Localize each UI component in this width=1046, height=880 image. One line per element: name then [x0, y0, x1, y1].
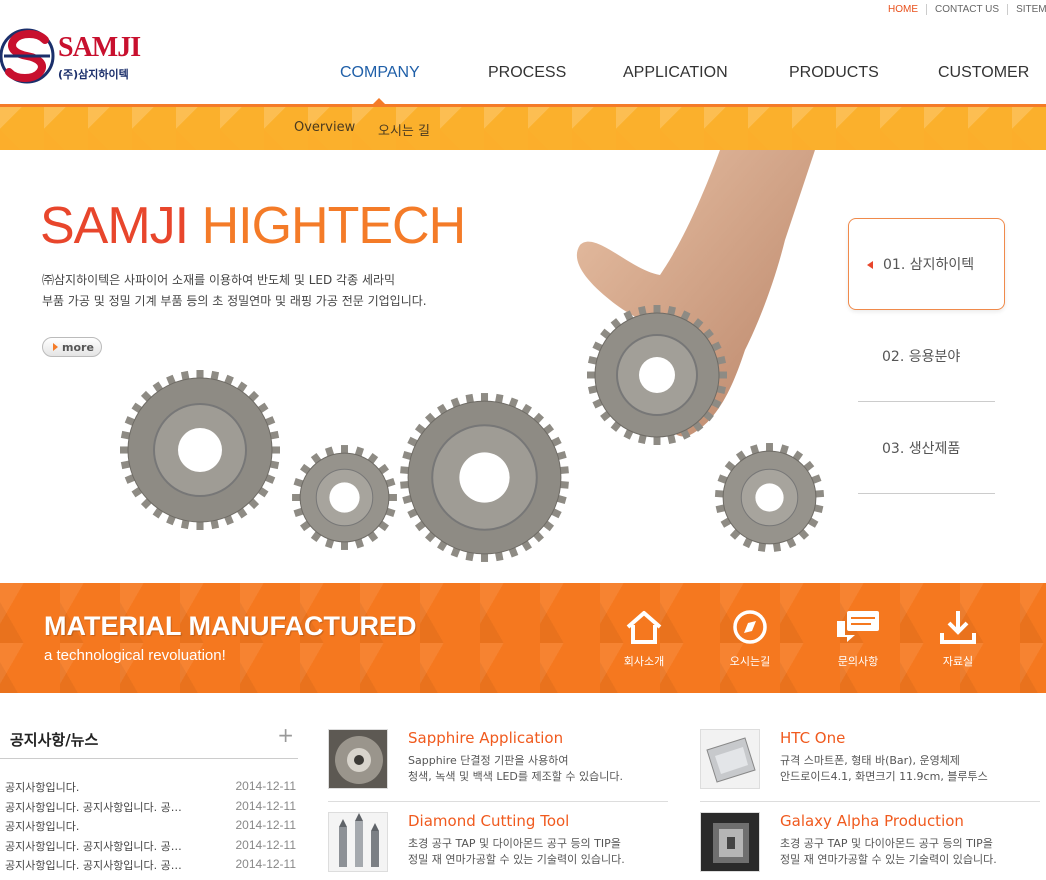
small-gear-left-image	[292, 445, 397, 550]
notice-item-date: 2014-12-11	[235, 837, 297, 852]
quick-link-label: 오시는길	[729, 655, 771, 668]
held-gear-image	[587, 305, 727, 445]
more-button[interactable]: more	[42, 337, 102, 357]
nav-company[interactable]: COMPANY	[340, 64, 420, 82]
quick-link-directions[interactable]: 오시는길	[710, 609, 790, 669]
logo-wordmark: SAMJI	[58, 32, 141, 63]
product-sapphire[interactable]: Sapphire Application Sapphire 단결정 기판을 사용…	[328, 729, 668, 809]
side-tab-label: 01. 삼지하이텍	[883, 257, 975, 273]
hero-title-hightech: HIGHTECH	[201, 197, 467, 255]
nav-products[interactable]: PRODUCTS	[789, 64, 879, 82]
quick-link-label: 자료실	[942, 655, 974, 668]
product-description: Sapphire 단결정 기판을 사용하여 청색, 녹색 및 백색 LED를 제…	[408, 753, 623, 785]
htc-one-thumbnail-image	[700, 729, 760, 789]
notice-title: 공지사항/뉴스	[10, 731, 99, 749]
side-tab-label: 03. 생산제품	[882, 440, 961, 457]
notice-item[interactable]: 공지사항입니다. 공지사항입니다. 공… 2014-12-11	[0, 836, 298, 856]
more-button-label: more	[62, 340, 94, 354]
notice-item-title: 공지사항입니다.	[5, 781, 80, 794]
material-banner: MATERIAL MANUFACTURED a technological re…	[0, 583, 1046, 693]
notice-item-date: 2014-12-11	[235, 798, 297, 813]
product-desc-line: 정밀 재 연마가공할 수 있는 기술력이 있습니다.	[780, 853, 997, 866]
product-desc-line: 정밀 재 연마가공할 수 있는 기술력이 있습니다.	[408, 853, 625, 866]
product-divider	[328, 801, 668, 802]
product-desc-line: 안드로이드4.1, 화면크기 11.9cm, 블루투스	[780, 770, 988, 783]
product-desc-line: 규격 스마트폰, 형태 바(Bar), 운영체제	[780, 754, 960, 767]
nav-application[interactable]: APPLICATION	[623, 64, 728, 82]
home-link[interactable]: HOME	[880, 4, 926, 15]
play-arrow-icon	[53, 343, 58, 351]
quick-link-archive[interactable]: 자료실	[918, 609, 998, 669]
small-gear-right-image	[714, 443, 825, 552]
quick-link-company[interactable]: 회사소개	[604, 609, 684, 669]
notice-item-date: 2014-12-11	[235, 857, 297, 871]
product-desc-line: 초경 공구 TAP 및 다이아몬드 공구 등의 TIP을	[780, 837, 993, 850]
quick-link-label: 회사소개	[623, 655, 665, 668]
subnav-overview[interactable]: Overview	[294, 120, 355, 135]
arrow-left-icon	[867, 261, 873, 269]
notice-header: 공지사항/뉴스 +	[0, 715, 298, 759]
notice-item[interactable]: 공지사항입니다. 2014-12-11	[0, 777, 298, 797]
product-description: 초경 공구 TAP 및 다이아몬드 공구 등의 TIP을 정밀 재 연마가공할 …	[408, 836, 625, 868]
product-desc-line: 초경 공구 TAP 및 다이아몬드 공구 등의 TIP을	[408, 837, 621, 850]
hero-title: SAMJI HIGHTECH	[40, 196, 467, 256]
banner-subtitle: a technological revoluation!	[44, 647, 226, 664]
product-desc-line: 청색, 녹색 및 백색 LED를 제조할 수 있습니다.	[408, 770, 623, 783]
home-icon	[626, 611, 662, 644]
nav-process[interactable]: PROCESS	[488, 64, 566, 82]
product-description: 규격 스마트폰, 형태 바(Bar), 운영체제 안드로이드4.1, 화면크기 …	[780, 753, 988, 785]
contact-us-link[interactable]: CONTACT US	[926, 4, 1008, 15]
hero-description: ㈜삼지하이텍은 사파이어 소재를 이용하여 반도체 및 LED 각종 세라믹 부…	[42, 270, 427, 312]
product-title[interactable]: HTC One	[780, 729, 845, 747]
chat-bubble-icon	[837, 611, 879, 642]
product-galaxy-alpha[interactable]: Galaxy Alpha Production 초경 공구 TAP 및 다이아몬…	[700, 812, 1040, 880]
sitemap-link[interactable]: SITEMAP	[1007, 4, 1046, 15]
notice-item-title: 공지사항입니다. 공지사항입니다. 공…	[5, 839, 182, 853]
nav-customer[interactable]: CUSTOMER	[938, 64, 1029, 82]
download-icon	[940, 611, 976, 644]
hero-desc-line1: ㈜삼지하이텍은 사파이어 소재를 이용하여 반도체 및 LED 각종 세라믹	[42, 273, 396, 287]
hero-desc-line2: 부품 가공 및 정밀 기계 부품 등의 초 정밀연마 및 래핑 가공 전문 기업…	[42, 294, 427, 308]
side-tab-label: 02. 응용분야	[882, 348, 961, 365]
compass-icon	[733, 610, 767, 644]
notice-item[interactable]: 공지사항입니다. 공지사항입니다. 공… 2014-12-11	[0, 797, 298, 817]
side-tab-application[interactable]: 02. 응용분야	[858, 310, 995, 402]
large-gear-left-image	[120, 370, 280, 530]
diamond-tool-thumbnail-image	[328, 812, 388, 872]
banner-title: MATERIAL MANUFACTURED	[44, 611, 417, 641]
side-tab-products[interactable]: 03. 생산제품	[858, 402, 995, 494]
product-divider	[700, 801, 1040, 802]
side-tab-samji[interactable]: 01. 삼지하이텍	[848, 218, 1005, 310]
product-htc-one[interactable]: HTC One 규격 스마트폰, 형태 바(Bar), 운영체제 안드로이드4.…	[700, 729, 1040, 809]
notice-item-date: 2014-12-11	[235, 818, 297, 832]
product-description: 초경 공구 TAP 및 다이아몬드 공구 등의 TIP을 정밀 재 연마가공할 …	[780, 836, 997, 868]
notice-list: 공지사항입니다. 2014-12-11 공지사항입니다. 공지사항입니다. 공… 2…	[0, 777, 298, 875]
plus-icon[interactable]: +	[277, 723, 294, 747]
notice-item-title: 공지사항입니다. 공지사항입니다. 공…	[5, 800, 182, 814]
product-title[interactable]: Diamond Cutting Tool	[408, 812, 569, 830]
notice-item[interactable]: 공지사항입니다. 2014-12-11	[0, 816, 298, 836]
hero-title-samji: SAMJI	[40, 197, 189, 255]
main-nav: COMPANY PROCESS APPLICATION PRODUCTS CUS…	[0, 64, 1046, 84]
notice-item[interactable]: 공지사항입니다. 공지사항입니다. 공… 2014-12-11	[0, 855, 298, 875]
product-title[interactable]: Sapphire Application	[408, 729, 563, 747]
utility-links: HOMECONTACT USSITEMAP	[880, 4, 1046, 15]
hero-section: SAMJI HIGHTECH ㈜삼지하이텍은 사파이어 소재를 이용하여 반도체…	[0, 150, 1046, 583]
galaxy-alpha-thumbnail-image	[700, 812, 760, 872]
sapphire-thumbnail-image	[328, 729, 388, 789]
subnav-directions[interactable]: 오시는 길	[378, 120, 430, 139]
product-diamond-tool[interactable]: Diamond Cutting Tool 초경 공구 TAP 및 다이아몬드 공…	[328, 812, 668, 880]
notice-item-date: 2014-12-11	[235, 779, 297, 793]
notice-item-title: 공지사항입니다. 공지사항입니다. 공…	[5, 859, 182, 872]
notice-item-title: 공지사항입니다.	[5, 820, 80, 833]
sub-nav: Overview 오시는 길	[0, 107, 1046, 150]
hero-side-tabs: 01. 삼지하이텍 02. 응용분야 03. 생산제품	[848, 218, 1005, 494]
product-desc-line: Sapphire 단결정 기판을 사용하여	[408, 754, 569, 767]
notice-panel: 공지사항/뉴스 + 공지사항입니다. 2014-12-11 공지사항입니다. 공지…	[0, 715, 298, 875]
large-gear-center-image	[400, 393, 569, 562]
quick-link-label: 문의사항	[837, 655, 879, 668]
product-title[interactable]: Galaxy Alpha Production	[780, 812, 964, 830]
quick-link-inquiry[interactable]: 문의사항	[818, 609, 898, 669]
